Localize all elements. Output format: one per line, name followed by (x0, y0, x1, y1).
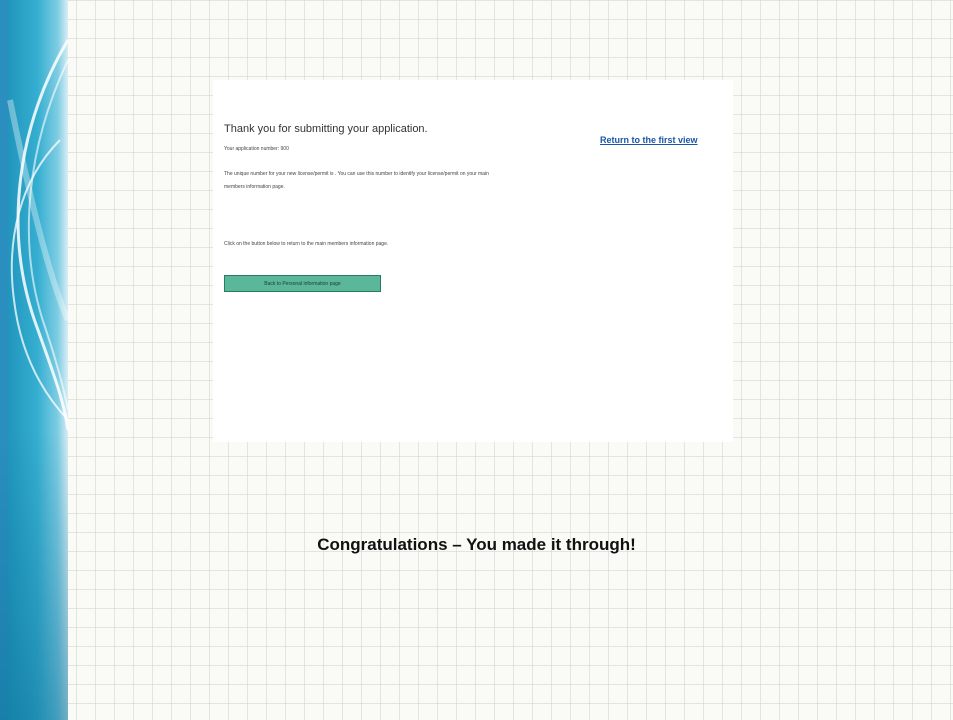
application-number: Your application number: 900 (224, 146, 289, 152)
congratulations-caption: Congratulations – You made it through! (317, 535, 636, 554)
license-info-text: The unique number for your new license/p… (224, 171, 489, 190)
return-to-first-view-link[interactable]: Return to the first view (600, 135, 698, 145)
band-shade (0, 430, 68, 720)
return-instruction-text: Click on the button below to return to t… (224, 241, 389, 247)
confirmation-screenshot: Thank you for submitting your applicatio… (213, 80, 733, 442)
confirmation-title: Thank you for submitting your applicatio… (224, 123, 428, 135)
back-to-personal-info-button[interactable]: Back to Personal information page (224, 275, 381, 292)
decorative-left-band (0, 0, 68, 720)
